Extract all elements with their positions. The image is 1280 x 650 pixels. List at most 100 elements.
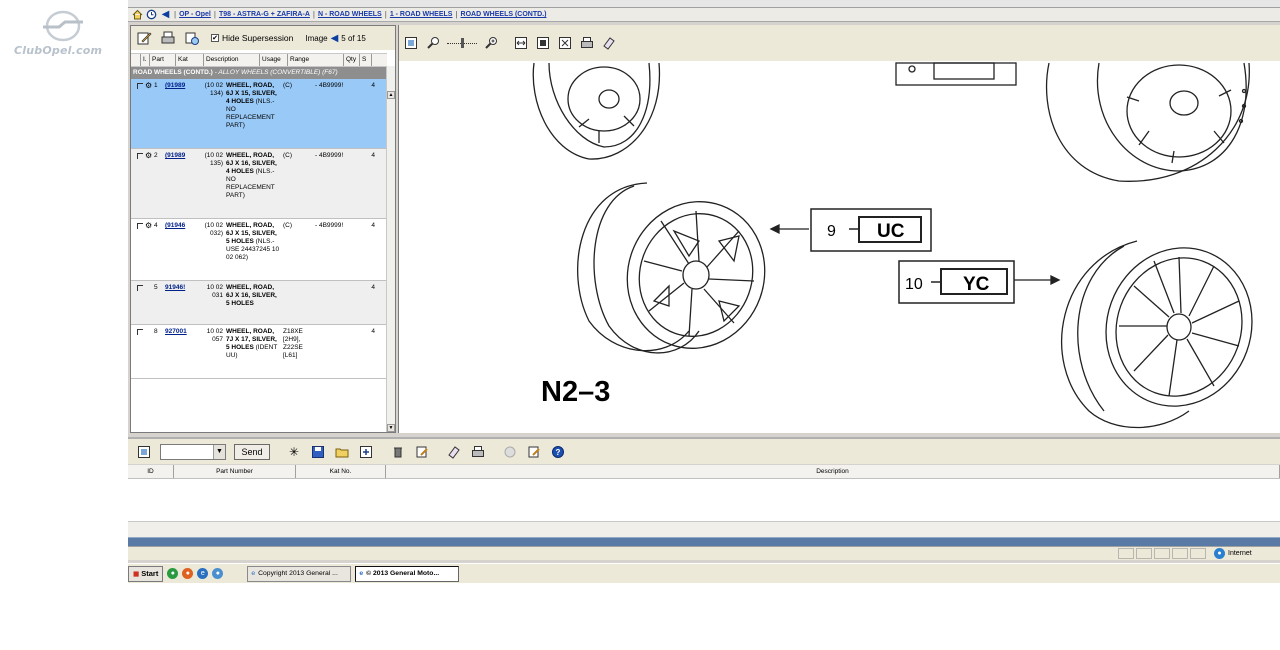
wheel-top-right[interactable] xyxy=(1045,62,1250,182)
col-part[interactable]: Part xyxy=(150,54,176,66)
table-row[interactable]: ⚙ 2 (91989 (10 02 135) WHEEL, ROAD, 6J X… xyxy=(131,149,387,219)
row-checkbox[interactable] xyxy=(137,285,143,291)
breadcrumb-model[interactable]: T98 - ASTRA-G + ZAFIRA-A xyxy=(219,11,310,18)
edit-note-icon[interactable] xyxy=(135,29,153,47)
col-description[interactable]: Description xyxy=(204,54,260,66)
scroll-down-icon[interactable]: ▼ xyxy=(387,424,395,432)
delete-icon[interactable] xyxy=(390,444,406,460)
eraser-list-icon[interactable] xyxy=(446,444,462,460)
col-id[interactable]: ID xyxy=(128,465,174,478)
wheel-top-left[interactable] xyxy=(532,62,661,160)
task-window-2[interactable]: e © 2013 General Moto... xyxy=(355,565,460,582)
zoom-out-icon[interactable] xyxy=(425,35,441,51)
open-folder-icon[interactable] xyxy=(334,444,350,460)
col-qty[interactable]: Qty xyxy=(344,54,360,66)
breadcrumb-separator: | xyxy=(384,10,387,19)
part-number-link[interactable]: 91946! xyxy=(165,284,195,291)
quantity-select[interactable]: ▼ xyxy=(160,443,226,460)
fit-icon[interactable] xyxy=(136,444,152,460)
pane-splitter[interactable] xyxy=(128,537,1280,546)
usage: (C) xyxy=(283,222,293,229)
col-usage[interactable]: Usage xyxy=(260,54,288,66)
chevron-down-icon[interactable]: ▼ xyxy=(213,444,225,459)
table-row[interactable]: ⚙ 1 (91989 (10 02 134) WHEEL, ROAD, 6J X… xyxy=(131,79,387,149)
quicklaunch-desktop-icon[interactable]: ● xyxy=(212,568,224,579)
col-kat-no[interactable]: Kat No. xyxy=(296,465,386,478)
breadcrumb-subgroup[interactable]: 1 - ROAD WHEELS xyxy=(390,11,453,18)
actual-size-icon[interactable] xyxy=(535,35,551,51)
col-index[interactable]: I. xyxy=(141,54,150,66)
clubopel-logo: ClubOpel.com xyxy=(0,0,128,60)
ie-icon: e xyxy=(359,570,364,577)
start-button[interactable]: ◼ Start xyxy=(128,565,164,582)
part-list-body[interactable] xyxy=(128,479,1280,521)
quantity: 4 xyxy=(371,82,375,89)
part-number-link[interactable]: (91946 xyxy=(165,222,195,229)
breadcrumb-opel[interactable]: OP - Opel xyxy=(179,11,211,18)
print-image-icon[interactable] xyxy=(579,35,595,51)
fit-selection-icon[interactable] xyxy=(557,35,573,51)
wheel-icon: ⚙ xyxy=(145,151,153,160)
col-kat[interactable]: Kat xyxy=(176,54,204,66)
parts-table-header: I. Part Kat Description Usage Range Qty … xyxy=(131,53,387,67)
zoom-in-icon[interactable] xyxy=(483,35,499,51)
status-cell xyxy=(1172,548,1188,559)
table-row[interactable]: 5 91946! 10 02 031 WHEEL, ROAD, 6J X 16,… xyxy=(131,281,387,325)
col-range[interactable]: Range xyxy=(288,54,344,66)
quicklaunch-ie-icon[interactable]: e xyxy=(197,568,209,579)
zoom-knob[interactable] xyxy=(461,38,464,48)
illustration-pane: 9 UC 10 YC N2–3 xyxy=(398,25,1280,433)
description: WHEEL, ROAD, 6J X 16, SILVER, 4 HOLES (N… xyxy=(226,152,282,200)
print-list-icon[interactable] xyxy=(470,444,486,460)
send-button[interactable]: Send xyxy=(234,443,270,460)
help-icon[interactable]: ? xyxy=(550,444,566,460)
part-number-link[interactable]: (91989 xyxy=(165,82,195,89)
row-checkbox[interactable] xyxy=(137,329,143,335)
group-subtitle: - ALLOY WHEELS (CONVERTIBLE) (F67) xyxy=(214,69,338,76)
usage: (C) xyxy=(283,152,293,159)
parts-scrollbar[interactable]: ▲ ▼ xyxy=(386,66,395,432)
back-icon[interactable]: ◀ xyxy=(160,9,171,20)
quicklaunch-firefox-icon[interactable]: ● xyxy=(182,568,194,579)
breadcrumb-group[interactable]: N - ROAD WHEELS xyxy=(318,11,382,18)
print-icon[interactable] xyxy=(159,29,177,47)
row-checkbox[interactable] xyxy=(137,223,143,229)
col-checkbox[interactable] xyxy=(131,54,141,66)
breadcrumb-separator: | xyxy=(455,10,458,19)
part-box-top[interactable] xyxy=(895,62,1017,86)
row-checkbox[interactable] xyxy=(137,83,143,89)
zoom-slider[interactable] xyxy=(447,38,477,48)
table-row[interactable]: ⚙ 4 (91946 (10 02 032) WHEEL, ROAD, 6J X… xyxy=(131,219,387,281)
scroll-up-icon[interactable]: ▲ xyxy=(387,91,395,99)
add-icon[interactable] xyxy=(358,444,374,460)
wheel-illustration[interactable]: 9 UC 10 YC N2–3 xyxy=(399,61,1280,433)
wheel-item-9[interactable] xyxy=(577,182,786,368)
wheel-item-10[interactable] xyxy=(1060,227,1274,429)
row-checkbox[interactable] xyxy=(137,153,143,159)
hide-supersession-checkbox[interactable]: ✔ xyxy=(211,34,219,42)
breadcrumb-current[interactable]: ROAD WHEELS (CONTD.) xyxy=(461,11,547,18)
previous-image-icon[interactable]: ◀ xyxy=(331,33,339,44)
col-description[interactable]: Description xyxy=(386,465,1280,478)
col-s[interactable]: S xyxy=(360,54,372,66)
history-icon[interactable] xyxy=(146,9,157,20)
home-icon[interactable] xyxy=(132,9,143,20)
kat-number: (10 02 134) xyxy=(204,82,223,97)
group-title: ROAD WHEELS (CONTD.) xyxy=(133,69,213,76)
fit-width-icon[interactable] xyxy=(513,35,529,51)
notes-icon[interactable] xyxy=(526,444,542,460)
edit-icon[interactable] xyxy=(414,444,430,460)
new-list-icon[interactable]: ✳ xyxy=(286,444,302,460)
col-part-number[interactable]: Part Number xyxy=(174,465,296,478)
hide-supersession-toggle[interactable]: ✔ Hide Supersession xyxy=(211,33,293,43)
save-icon[interactable] xyxy=(310,444,326,460)
part-number-link[interactable]: 927001 xyxy=(165,328,195,335)
view-icon[interactable] xyxy=(183,29,201,47)
quicklaunch-green-icon[interactable]: ● xyxy=(167,568,179,579)
fit-page-icon[interactable] xyxy=(403,35,419,51)
eraser-icon[interactable] xyxy=(601,35,617,51)
table-row[interactable]: 8 927001 10 02 057 WHEEL, ROAD, 7J X 17,… xyxy=(131,325,387,379)
part-number-link[interactable]: (91989 xyxy=(165,152,195,159)
task-window-1[interactable]: e Copyright 2013 General ... xyxy=(247,565,352,582)
image-counter: 5 of 15 xyxy=(341,33,366,43)
